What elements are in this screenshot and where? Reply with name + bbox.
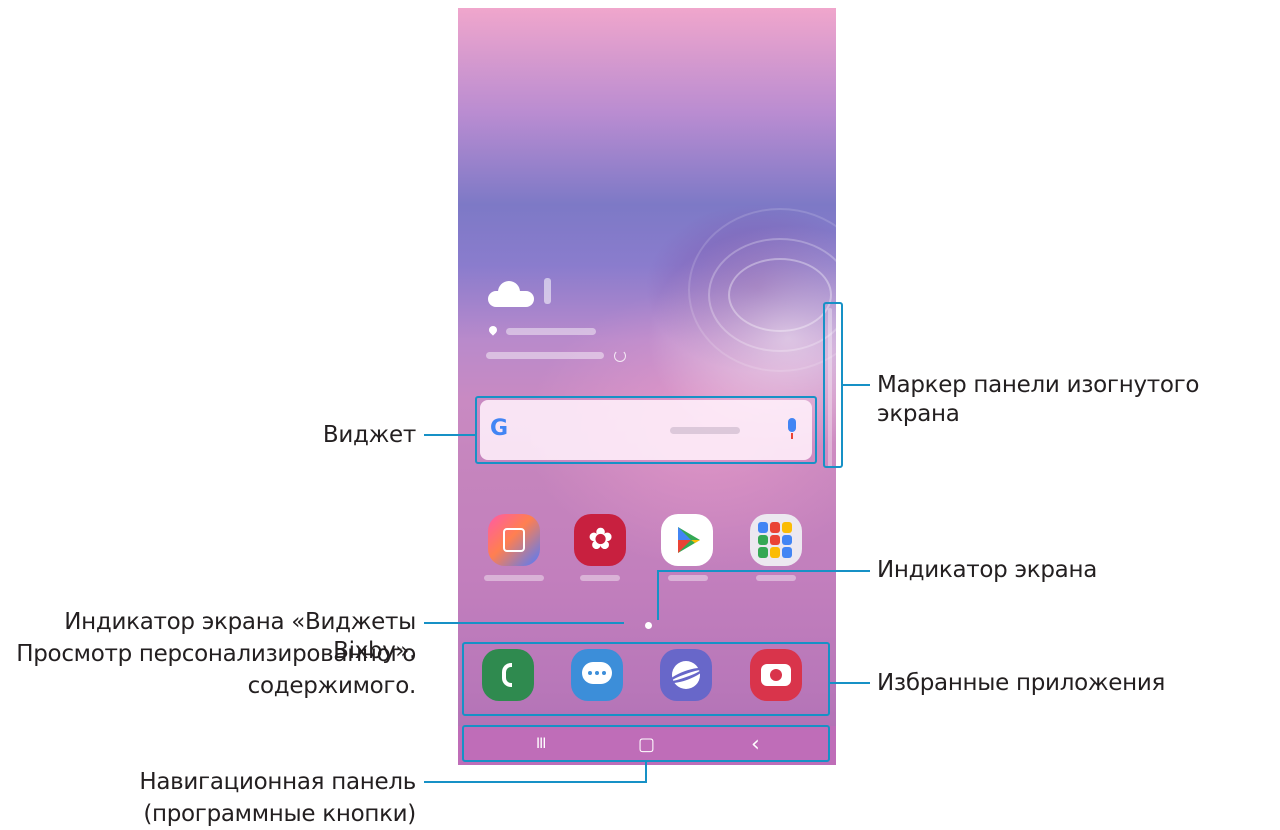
galaxy-store-icon[interactable]	[488, 514, 540, 566]
bixby-indicator-label-line2: Просмотр персонализированного	[16, 641, 416, 667]
navbar-label-line1: Навигационная панель	[139, 769, 416, 795]
app-label	[484, 575, 544, 581]
favorite-apps-label: Избранные приложения	[877, 670, 1166, 696]
google-folder-icon[interactable]	[750, 514, 802, 566]
widget-label: Виджет	[322, 422, 416, 448]
favorite-apps-highlight	[462, 642, 830, 716]
bixby-page-indicator-dot[interactable]	[645, 622, 652, 629]
bixby-indicator-leader-line	[424, 622, 624, 624]
screen-indicator-leader-horizontal	[658, 570, 870, 572]
gallery-icon[interactable]: ✿	[574, 514, 626, 566]
edge-handle-leader-line	[843, 384, 870, 386]
widget-highlight	[475, 396, 817, 464]
shopping-bag-icon	[503, 528, 525, 552]
play-store-icon[interactable]	[661, 514, 713, 566]
bixby-indicator-label-line3: содержимого.	[247, 673, 417, 699]
flower-icon: ✿	[588, 522, 614, 557]
navbar-highlight	[462, 725, 830, 762]
widget-leader-line	[424, 434, 475, 436]
weather-update-text	[486, 352, 604, 359]
screen-indicator-leader-vertical	[657, 570, 659, 620]
screen-indicator-label: Индикатор экрана	[877, 557, 1098, 583]
favorite-apps-leader-line	[830, 682, 870, 684]
app-label	[668, 575, 708, 581]
app-label	[756, 575, 796, 581]
navbar-label-line2: (программные кнопки)	[143, 801, 416, 827]
play-triangle-icon	[678, 527, 700, 553]
cloud-icon	[488, 281, 534, 307]
folder-grid-icon	[758, 522, 794, 558]
navbar-leader-horizontal	[424, 781, 647, 783]
navbar-leader-vertical	[645, 762, 647, 782]
weather-temperature	[544, 278, 551, 304]
weather-location-text	[506, 328, 596, 335]
edge-panel-handle-highlight	[823, 302, 843, 468]
app-label	[580, 575, 620, 581]
refresh-icon[interactable]	[614, 350, 626, 362]
location-pin-icon	[487, 324, 499, 336]
edge-panel-handle-label: Маркер панели изогнутого экрана	[877, 372, 1200, 427]
wallpaper-swirl	[688, 208, 836, 372]
